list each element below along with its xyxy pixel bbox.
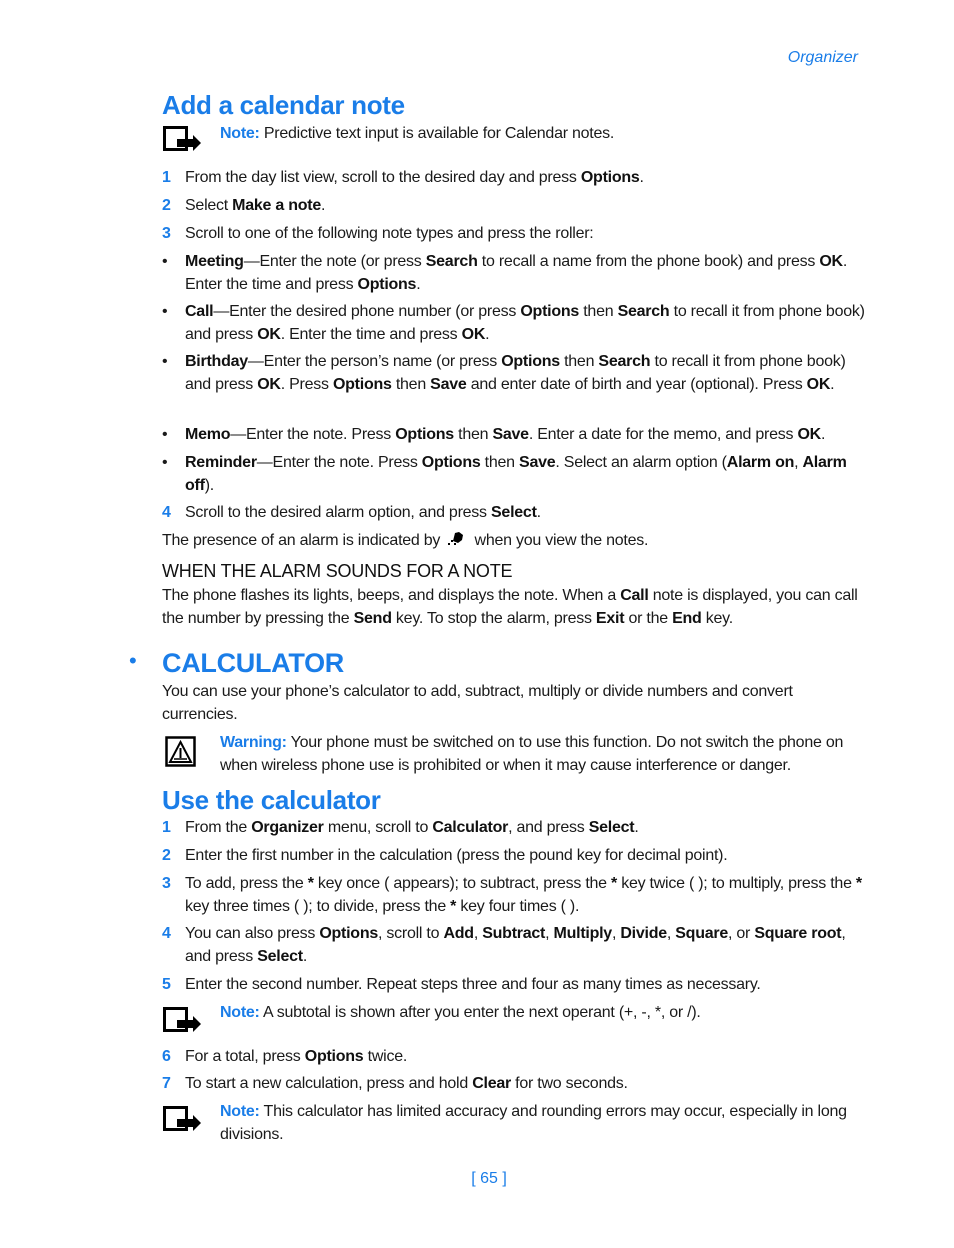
note-type-item: Meeting—Enter the note (or press Search … bbox=[185, 253, 848, 293]
warning-text: Your phone must be switched on to use th… bbox=[220, 734, 844, 774]
step-item: Scroll to the desired alarm option, and … bbox=[185, 504, 541, 521]
step-number: 3 bbox=[162, 225, 171, 242]
step-item: To start a new calculation, press and ho… bbox=[185, 1075, 628, 1092]
calculator-intro: You can use your phone’s calculator to a… bbox=[162, 683, 793, 723]
note-type-item: Call—Enter the desired phone number (or … bbox=[185, 303, 865, 343]
step-number: 1 bbox=[162, 819, 171, 836]
section-bullet: • bbox=[129, 648, 137, 673]
step-item: Enter the second number. Repeat steps th… bbox=[185, 976, 761, 993]
bullet: • bbox=[162, 253, 168, 270]
step-number: 4 bbox=[162, 925, 171, 942]
step-item: From the Organizer menu, scroll to Calcu… bbox=[185, 819, 639, 836]
note-label: Note: bbox=[220, 1004, 260, 1021]
step-number: 2 bbox=[162, 197, 171, 214]
alarm-indicator-text: The presence of an alarm is indicated by… bbox=[162, 532, 649, 549]
note-type-item: Reminder—Enter the note. Press Options t… bbox=[185, 454, 847, 494]
warning-icon bbox=[165, 736, 196, 767]
step-number: 2 bbox=[162, 847, 171, 864]
warning-paragraph: Warning: Your phone must be switched on … bbox=[220, 732, 860, 777]
step-item: For a total, press Options twice. bbox=[185, 1048, 408, 1065]
note-label: Note: bbox=[220, 1103, 260, 1120]
bullet: • bbox=[162, 353, 168, 370]
step-item: To add, press the * key once ( appears);… bbox=[185, 875, 862, 915]
note-icon bbox=[163, 1007, 201, 1032]
bullet: • bbox=[162, 454, 168, 471]
alarm-icon bbox=[448, 532, 464, 545]
note-text: A subtotal is shown after you enter the … bbox=[259, 1004, 701, 1021]
step-item: You can also press Options, scroll to Ad… bbox=[185, 925, 846, 965]
step-item: From the day list view, scroll to the de… bbox=[185, 169, 644, 186]
subsection-title-use-calculator: Use the calculator bbox=[162, 785, 381, 815]
step-number: 1 bbox=[162, 169, 171, 186]
note-type-item: Birthday—Enter the person’s name (or pre… bbox=[185, 353, 846, 393]
note-label: Note: bbox=[220, 125, 260, 142]
note-icon bbox=[163, 1106, 201, 1131]
warning-label: Warning: bbox=[220, 734, 287, 751]
note-text: Predictive text input is available for C… bbox=[259, 125, 615, 142]
bullet: • bbox=[162, 426, 168, 443]
bullet: • bbox=[162, 303, 168, 320]
alarm-sounds-paragraph: The phone flashes its lights, beeps, and… bbox=[162, 587, 858, 627]
running-header: Organizer bbox=[787, 49, 858, 66]
step-number: 6 bbox=[162, 1048, 171, 1065]
note-icon bbox=[163, 126, 201, 151]
page-number: [ 65 ] bbox=[471, 1170, 507, 1187]
step-number: 5 bbox=[162, 976, 171, 993]
step-number: 3 bbox=[162, 875, 171, 892]
step-number: 4 bbox=[162, 504, 171, 521]
note-predictive-text: Note: Predictive text input is available… bbox=[220, 123, 860, 146]
note-text: This calculator has limited accuracy and… bbox=[220, 1103, 847, 1143]
note-accuracy: Note: This calculator has limited accura… bbox=[220, 1101, 860, 1146]
subsection-title-alarm-sounds: WHEN THE ALARM SOUNDS FOR A NOTE bbox=[162, 561, 513, 581]
note-type-item: Memo—Enter the note. Press Options then … bbox=[185, 426, 826, 443]
section-title-add-calendar-note: Add a calendar note bbox=[162, 90, 405, 120]
step-item: Enter the first number in the calculatio… bbox=[185, 847, 728, 864]
step-item: Select Make a note. bbox=[185, 197, 326, 214]
section-title-calculator: CALCULATOR bbox=[162, 648, 344, 678]
note-subtotal: Note: A subtotal is shown after you ente… bbox=[220, 1002, 860, 1025]
manual-page: Organizer Add a calendar note Note: Pred… bbox=[0, 0, 954, 1248]
step-number: 7 bbox=[162, 1075, 171, 1092]
step-item: Scroll to one of the following note type… bbox=[185, 225, 594, 242]
